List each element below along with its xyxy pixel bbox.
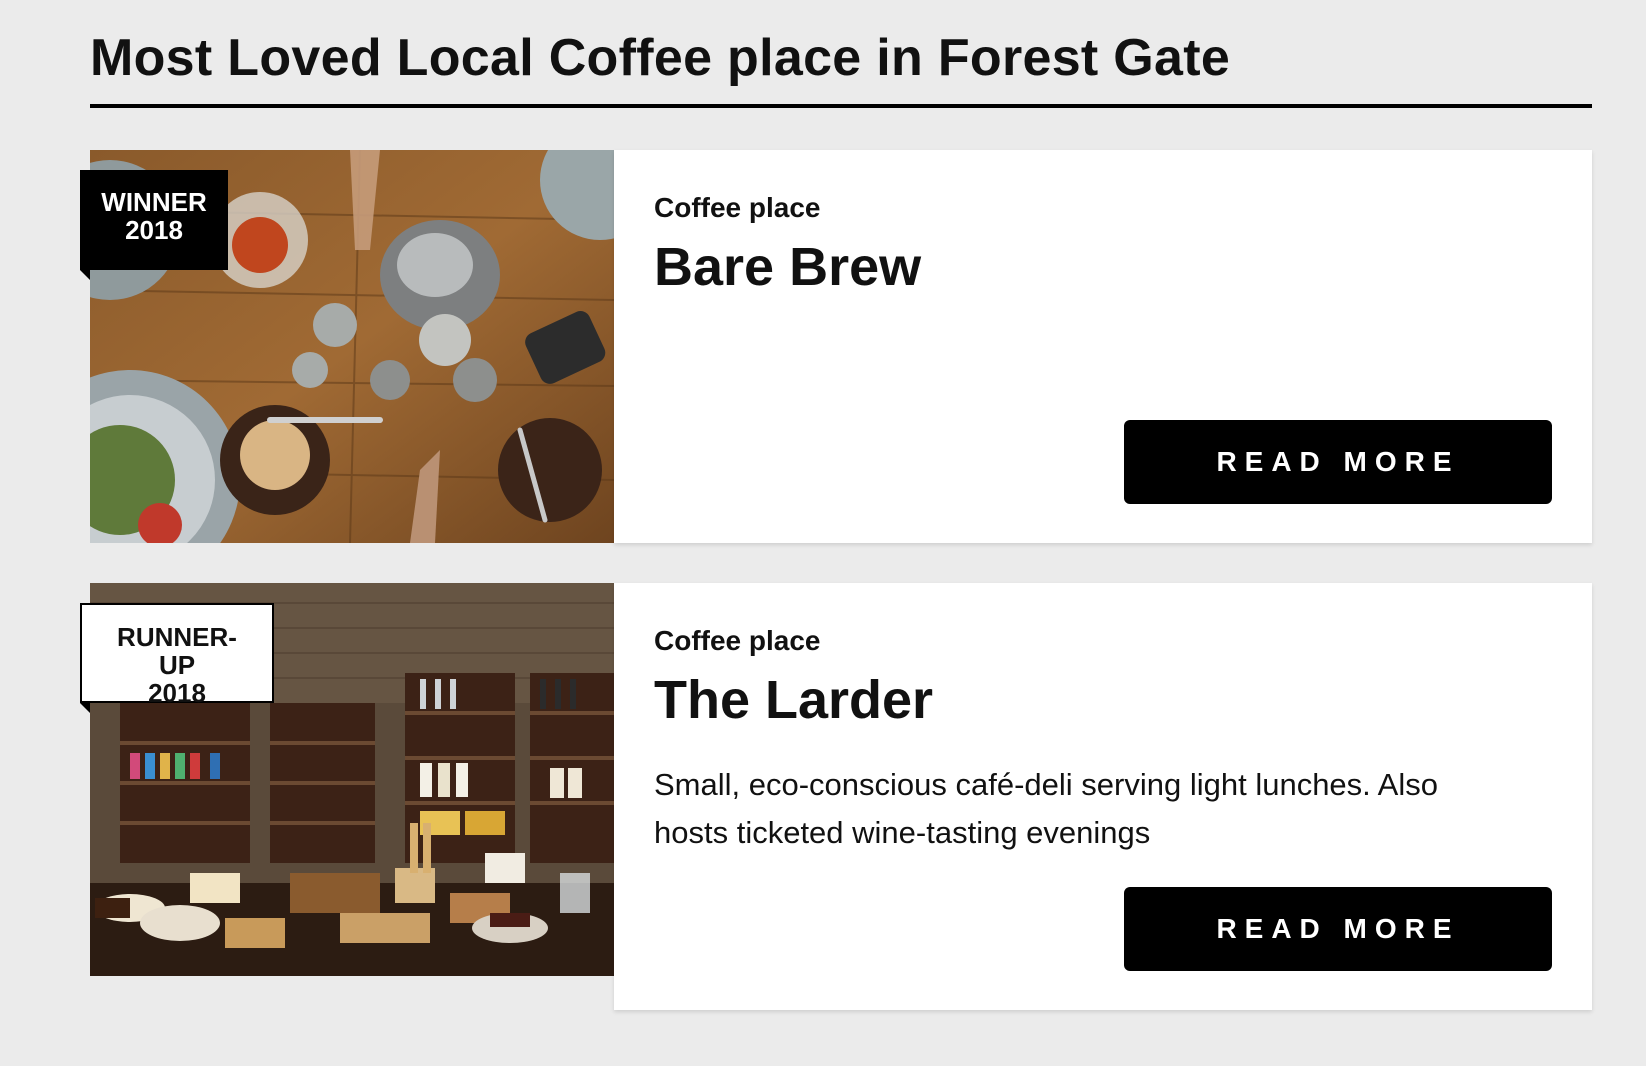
venue-card-winner: WINNER 2018 Coffee place Bare Brew READ … — [80, 150, 1592, 543]
page: Most Loved Local Coffee place in Forest … — [80, 0, 1592, 1010]
title-divider — [90, 104, 1592, 108]
runner-up-badge: RUNNER-UP 2018 — [80, 603, 274, 713]
venue-card-body: Coffee place Bare Brew READ MORE — [614, 150, 1592, 543]
venue-category: Coffee place — [654, 625, 821, 656]
venue-image-container: WINNER 2018 — [80, 150, 614, 543]
venue-name[interactable]: Bare Brew — [654, 236, 921, 298]
venue-description: Small, eco-conscious café-deli serving l… — [654, 767, 1438, 850]
badge-tail — [80, 270, 90, 280]
badge-tail — [80, 703, 90, 713]
venue-card-body: Coffee place The Larder Small, eco-consc… — [614, 583, 1592, 1010]
badge-title: RUNNER-UP — [117, 622, 237, 680]
venue-card-runner-up: RUNNER-UP 2018 Coffee place The Larder S… — [80, 583, 1592, 1010]
badge-year: 2018 — [148, 678, 206, 708]
venue-category: Coffee place — [654, 192, 821, 223]
winner-badge: WINNER 2018 — [80, 170, 228, 280]
read-more-button[interactable]: READ MORE — [1124, 420, 1552, 504]
badge-title: WINNER — [101, 187, 207, 217]
badge-year: 2018 — [125, 215, 183, 245]
page-title: Most Loved Local Coffee place in Forest … — [90, 29, 1231, 87]
venue-image-container: RUNNER-UP 2018 — [80, 583, 614, 976]
read-more-button[interactable]: READ MORE — [1124, 887, 1552, 971]
venue-name[interactable]: The Larder — [654, 669, 933, 731]
